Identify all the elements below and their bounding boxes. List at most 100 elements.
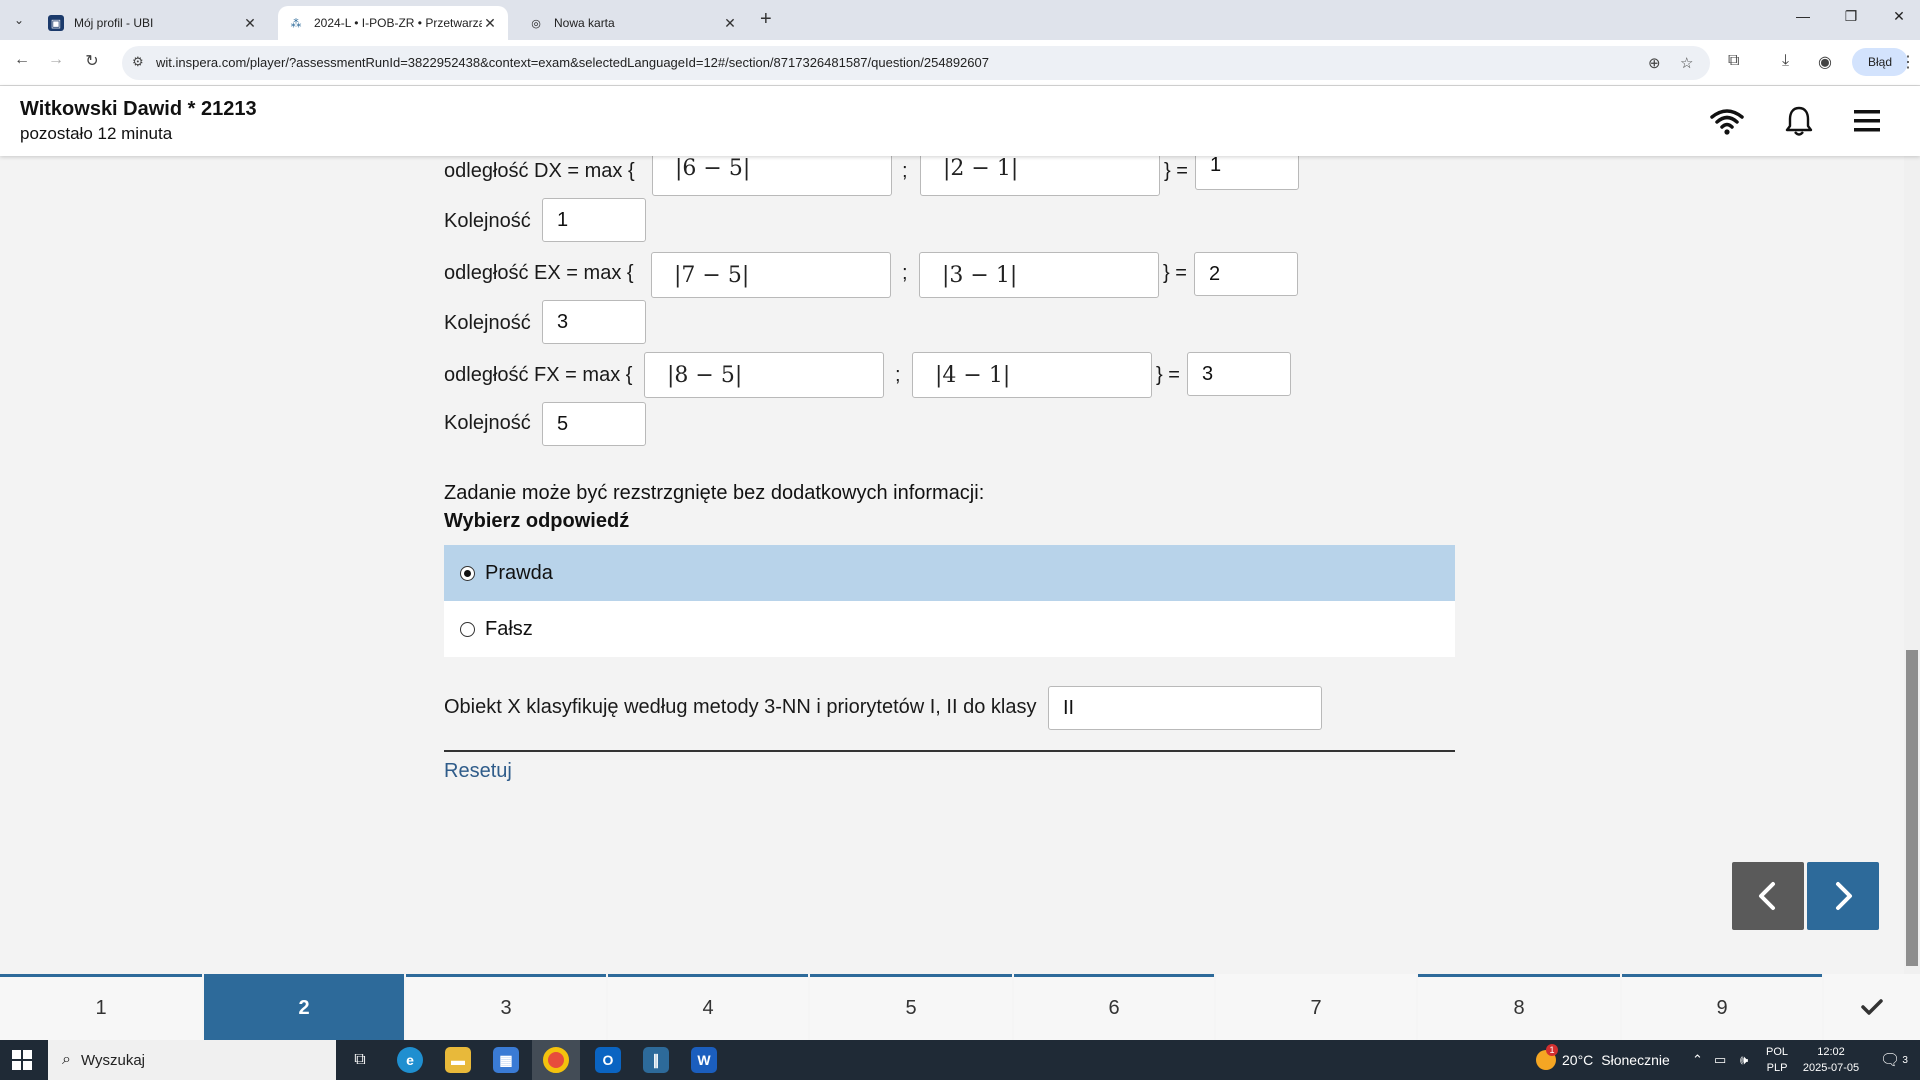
bookmark-star-icon[interactable]: ☆: [1680, 54, 1693, 72]
tab-exam[interactable]: ⁂ 2024-L • I-POB-ZR • Przetwarzanie ✕: [278, 6, 508, 40]
dx-order-field[interactable]: 1: [542, 198, 646, 242]
lang-bottom: PLP: [1766, 1062, 1788, 1074]
radio-selected-icon[interactable]: [460, 565, 475, 581]
tab-label: Nowa karta: [554, 16, 615, 30]
browser-toolbar: ← → ↻ ⚙ wit.inspera.com/player/?assessme…: [0, 40, 1920, 86]
restore-icon[interactable]: ❐: [1836, 8, 1866, 25]
next-question-button[interactable]: [1807, 862, 1879, 930]
windows-start-icon[interactable]: [12, 1050, 32, 1075]
fx-first-expression-field[interactable]: |8 − 5|: [644, 352, 884, 398]
taskbar-search-box[interactable]: ⌕ Wyszukaj: [48, 1040, 336, 1080]
finish-check-icon[interactable]: [1824, 974, 1920, 1040]
dx-result-field[interactable]: 1: [1195, 156, 1299, 190]
question-text: Zadanie może być rezstrzgnięte bez dodat…: [444, 482, 985, 504]
scrollbar-thumb[interactable]: [1906, 650, 1918, 966]
task-view-icon[interactable]: ⧉: [336, 1040, 384, 1080]
question-nav-4[interactable]: 4: [608, 974, 808, 1040]
dx-second-expression-field[interactable]: |2 − 1|: [920, 156, 1160, 196]
question-nav-6[interactable]: 6: [1014, 974, 1214, 1040]
option-prawda[interactable]: Prawda: [444, 545, 1455, 601]
reset-link[interactable]: Resetuj: [444, 760, 512, 783]
zoom-icon[interactable]: ⊕: [1648, 54, 1661, 72]
ex-first-expression-field[interactable]: |7 − 5|: [651, 252, 891, 298]
browser-tab-strip: ⌄ ▣ Mój profil - UBI ✕ ⁂ 2024-L • I-POB-…: [0, 0, 1920, 40]
word-icon[interactable]: W: [680, 1040, 728, 1080]
profile-icon[interactable]: ◉: [1818, 52, 1832, 72]
forward-icon[interactable]: →: [44, 51, 68, 69]
lang-top: POL: [1766, 1046, 1789, 1058]
tab-search-chevron-icon[interactable]: ⌄: [8, 9, 30, 31]
tab-my-profile[interactable]: ▣ Mój profil - UBI ✕: [38, 6, 268, 40]
search-placeholder: Wyszukaj: [80, 1051, 146, 1069]
question-nav-3[interactable]: 3: [406, 974, 606, 1040]
class-answer-field[interactable]: II: [1048, 686, 1322, 730]
fx-result-field[interactable]: 3: [1187, 352, 1291, 396]
notification-count: 3: [1902, 1054, 1908, 1066]
exam-header: Witkowski Dawid * 21213 pozostało 12 min…: [0, 86, 1920, 156]
search-icon: ⌕: [62, 1051, 71, 1068]
distance-fx-label: odległość FX = max {: [444, 364, 633, 386]
tab-close-icon[interactable]: ✕: [242, 15, 258, 32]
new-tab-button[interactable]: +: [760, 8, 772, 31]
classify-text: Obiekt X klasyfikuję według metody 3-NN …: [444, 696, 1037, 718]
equals-label: } =: [1164, 160, 1188, 182]
weather-desc: Słonecznie: [1601, 1052, 1670, 1068]
clock-date: 2025-07-05: [1802, 1062, 1860, 1074]
divider: [444, 750, 1455, 752]
question-nav-5[interactable]: 5: [810, 974, 1012, 1040]
question-nav-7[interactable]: 7: [1216, 974, 1416, 1040]
option-label: Prawda: [485, 561, 553, 584]
back-icon[interactable]: ←: [10, 51, 34, 69]
previous-question-button[interactable]: [1732, 862, 1804, 930]
tab-close-icon[interactable]: ✕: [482, 15, 498, 32]
close-window-icon[interactable]: ✕: [1884, 8, 1914, 25]
option-label: Fałsz: [485, 617, 533, 640]
ex-second-expression-field[interactable]: |3 − 1|: [919, 252, 1159, 298]
question-nav-2[interactable]: 2: [204, 974, 404, 1040]
clock[interactable]: 12:02 2025-07-05: [1800, 1044, 1862, 1076]
ubi-favicon-icon: ▣: [48, 15, 64, 31]
sun-icon: 1: [1536, 1044, 1558, 1070]
question-content: odległość DX = max { |6 − 5| ; |2 − 1| }…: [0, 156, 1920, 974]
student-name: Witkowski Dawid * 21213: [20, 98, 257, 120]
network-icon[interactable]: ▭: [1714, 1040, 1726, 1080]
fx-order-field[interactable]: 5: [542, 402, 646, 446]
edge-icon[interactable]: e: [386, 1040, 434, 1080]
tab-close-icon[interactable]: ✕: [722, 15, 738, 32]
browser-menu-icon[interactable]: ⋮: [1900, 52, 1916, 72]
question-nav-9[interactable]: 9: [1622, 974, 1822, 1040]
question-navigation: 1 2 3 4 5 6 7 8 9: [0, 974, 1920, 1040]
chrome-icon[interactable]: [532, 1040, 580, 1080]
minimize-icon[interactable]: —: [1788, 8, 1818, 24]
option-falsz[interactable]: Fałsz: [444, 601, 1455, 657]
site-settings-icon[interactable]: ⚙: [132, 54, 144, 70]
dx-first-expression-field[interactable]: |6 − 5|: [652, 156, 892, 196]
address-bar[interactable]: ⚙ wit.inspera.com/player/?assessmentRunI…: [122, 46, 1710, 80]
radio-unselected-icon[interactable]: [460, 621, 475, 637]
bell-icon[interactable]: [1782, 104, 1816, 138]
url-text: wit.inspera.com/player/?assessmentRunId=…: [156, 55, 989, 70]
reload-icon[interactable]: ↻: [80, 51, 104, 71]
ex-result-field[interactable]: 2: [1194, 252, 1298, 296]
fx-second-expression-field[interactable]: |4 − 1|: [912, 352, 1152, 398]
volume-icon[interactable]: 🕪: [1740, 1040, 1748, 1080]
store-icon[interactable]: ▦: [482, 1040, 530, 1080]
question-nav-1[interactable]: 1: [0, 974, 202, 1040]
language-indicator[interactable]: POL PLP: [1766, 1044, 1788, 1076]
equals-label: } =: [1163, 262, 1187, 284]
download-icon[interactable]: ⤓: [1782, 52, 1789, 70]
ex-order-field[interactable]: 3: [542, 300, 646, 344]
notification-center-icon[interactable]: 🗨 3: [1880, 1040, 1908, 1080]
tab-new-tab[interactable]: ◎ Nowa karta ✕: [518, 6, 748, 40]
extensions-icon[interactable]: ⧉: [1728, 52, 1739, 70]
tray-chevron-icon[interactable]: ⌃: [1692, 1040, 1703, 1080]
file-explorer-icon[interactable]: ▬: [434, 1040, 482, 1080]
weather-widget[interactable]: 1 20°C Słonecznie: [1536, 1040, 1670, 1080]
choose-answer-heading: Wybierz odpowiedź: [444, 510, 630, 532]
hamburger-menu-icon[interactable]: [1850, 104, 1884, 138]
outlook-icon[interactable]: O: [584, 1040, 632, 1080]
inspera-app-icon[interactable]: ∥: [632, 1040, 680, 1080]
order-label: Kolejność: [444, 312, 531, 334]
question-nav-8[interactable]: 8: [1418, 974, 1620, 1040]
separator: ;: [895, 364, 901, 386]
